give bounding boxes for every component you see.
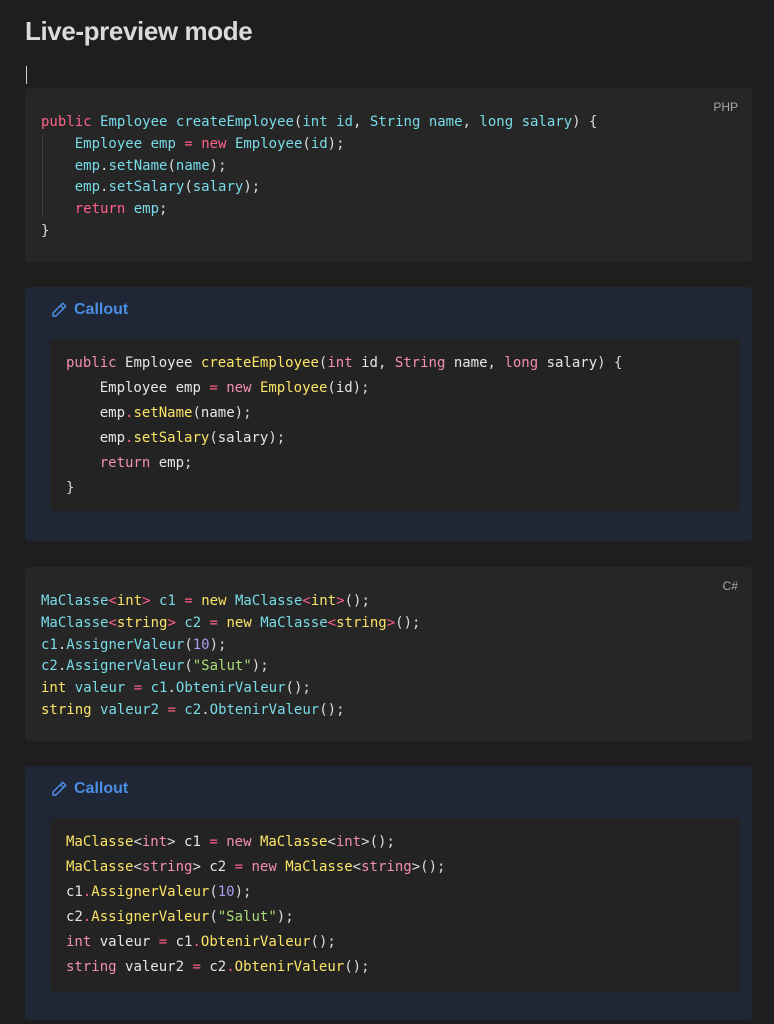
callout-code-block[interactable]: public Employee createEmployee(int id, S… (50, 339, 740, 511)
code-line: emp.setSalary(salary); (74, 179, 261, 196)
callout-title-label: Callout (74, 780, 129, 797)
callout-title: Callout (50, 301, 128, 319)
code-line: return emp; (99, 455, 193, 471)
code-language-label: C# (722, 579, 738, 593)
callout-code-block[interactable]: MaClasse<int> c1 = new MaClasse<int>(); … (50, 818, 740, 992)
code-content[interactable]: public Employee createEmployee(int id, S… (41, 112, 597, 243)
pencil-icon (52, 781, 67, 796)
code-block-csharp[interactable]: C# MaClasse<int> c1 = new MaClasse<int>(… (25, 567, 752, 741)
code-line: MaClasse<string> c2 = new MaClasse<strin… (66, 859, 446, 875)
code-line: c1.AssignerValeur(10); (66, 884, 252, 900)
code-content[interactable]: MaClasse<int> c1 = new MaClasse<int>(); … (66, 830, 445, 980)
code-line: } (41, 222, 50, 239)
code-line: int valeur = c1.ObtenirValeur(); (66, 934, 336, 950)
code-content[interactable]: public Employee createEmployee(int id, S… (66, 351, 622, 501)
callout-title-label: Callout (74, 301, 129, 318)
code-line: c2.AssignerValeur("Salut"); (66, 909, 294, 925)
code-line: MaClasse<string> c2 = new MaClasse<strin… (41, 614, 421, 631)
code-language-label: PHP (713, 100, 738, 114)
code-content[interactable]: MaClasse<int> c1 = new MaClasse<int>(); … (41, 591, 420, 722)
code-line: public Employee createEmployee(int id, S… (66, 355, 623, 371)
pencil-icon (52, 302, 67, 317)
code-line: c2.AssignerValeur("Salut"); (41, 658, 269, 675)
code-line: public Employee createEmployee(int id, S… (41, 114, 598, 130)
code-line: } (66, 480, 75, 496)
code-line: MaClasse<int> c1 = new MaClasse<int>(); (66, 834, 395, 850)
callout-block[interactable]: Callout MaClasse<int> c1 = new MaClasse<… (25, 766, 752, 1020)
code-line: return emp; (74, 201, 168, 218)
callout-block[interactable]: Callout public Employee createEmployee(i… (25, 287, 752, 541)
code-line: string valeur2 = c2.ObtenirValeur(); (41, 701, 345, 718)
code-block-php[interactable]: PHP public Employee createEmployee(int i… (25, 88, 752, 262)
code-line: emp.setName(name); (74, 157, 227, 174)
code-line: Employee emp = new Employee(id); (74, 135, 345, 152)
page-title: Live-preview mode (25, 16, 253, 46)
code-line: emp.setSalary(salary); (99, 430, 286, 446)
code-line: Employee emp = new Employee(id); (99, 380, 370, 396)
code-line: int valeur = c1.ObtenirValeur(); (41, 680, 311, 697)
code-line: MaClasse<int> c1 = new MaClasse<int>(); (41, 593, 370, 609)
code-line: string valeur2 = c2.ObtenirValeur(); (66, 959, 370, 975)
text-cursor (26, 66, 27, 84)
code-line: c1.AssignerValeur(10); (41, 636, 227, 653)
callout-title: Callout (50, 780, 128, 798)
code-line: emp.setName(name); (99, 405, 252, 421)
